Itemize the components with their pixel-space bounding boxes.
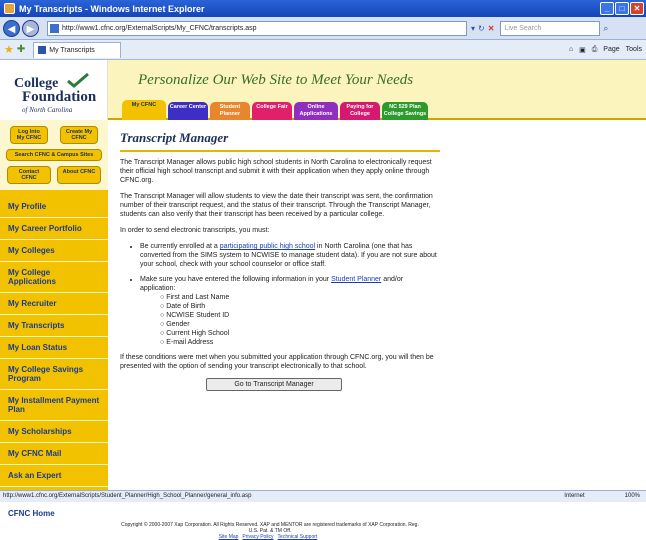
refresh-icon[interactable]: ↻: [478, 24, 485, 33]
sidebar-item[interactable]: Ask an Expert: [0, 465, 108, 487]
cfnc-logo[interactable]: College Foundation of North Carolina: [0, 60, 108, 120]
sidebar-item[interactable]: My College Savings Program: [0, 359, 108, 390]
nav-tab[interactable]: Paying for College: [340, 102, 380, 120]
header-banner: Personalize Our Web Site to Meet Your Ne…: [108, 60, 646, 120]
sidebar-item[interactable]: My Colleges: [0, 240, 108, 262]
copyright-footer: Copyright © 2000-2007 Xap Corporation. A…: [120, 522, 420, 540]
url-input[interactable]: http://www1.cfnc.org/ExternalScripts/My_…: [47, 20, 467, 36]
nav-tab[interactable]: Career Center: [168, 102, 208, 120]
nav-tab[interactable]: College Fair: [252, 102, 292, 120]
about-button[interactable]: About CFNC: [57, 166, 101, 184]
list-item: Current High School: [160, 329, 460, 338]
list-item: Make sure you have entered the following…: [140, 275, 440, 347]
footer-link[interactable]: Site Map: [219, 534, 239, 540]
page-favicon-icon: [50, 23, 59, 33]
ie-icon: [4, 3, 15, 14]
page-menu[interactable]: Page: [603, 46, 619, 53]
slogan: Personalize Our Web Site to Meet Your Ne…: [138, 72, 414, 88]
requirements-intro: In order to send electronic transcripts,…: [120, 227, 270, 234]
nav-tab[interactable]: NC 529 Plan College Savings: [382, 102, 428, 120]
participating-schools-link[interactable]: participating public high school: [220, 243, 315, 250]
sidebar-item[interactable]: My Transcripts: [0, 315, 108, 337]
logo-checkmark-icon: [67, 72, 89, 88]
tab-my-transcripts[interactable]: My Transcripts: [33, 41, 122, 58]
search-icon[interactable]: ⌕: [603, 23, 608, 34]
maximize-icon[interactable]: □: [615, 2, 629, 15]
footer-link[interactable]: Technical Support: [278, 534, 318, 540]
close-icon[interactable]: ✕: [630, 2, 644, 15]
sidebar-menu: My Profile My Career Portfolio My Colleges…: [0, 196, 108, 487]
list-item: E-mail Address: [160, 338, 460, 347]
sidebar-item[interactable]: My Scholarships: [0, 421, 108, 443]
print-icon[interactable]: ⎙: [592, 46, 598, 54]
sidebar-item[interactable]: My Career Portfolio: [0, 218, 108, 240]
window-controls: _ □ ✕: [600, 2, 644, 15]
sidebar-item[interactable]: My CFNC Mail: [0, 443, 108, 465]
address-bar: ◀ ▶ http://www1.cfnc.org/ExternalScripts…: [0, 17, 646, 40]
student-planner-link[interactable]: Student Planner: [331, 276, 381, 283]
sidebar-quicklinks: Log Into My CFNC Create My CFNC Search C…: [0, 120, 108, 190]
create-account-button[interactable]: Create My CFNC: [60, 126, 98, 144]
main-content: Transcript Manager The Transcript Manage…: [108, 120, 646, 540]
title-divider: [120, 150, 440, 152]
search-input[interactable]: Live Search: [500, 20, 601, 36]
list-item: First and Last Name: [160, 293, 460, 302]
nav-tab[interactable]: Online Applications: [294, 102, 338, 120]
tab-page-icon: [38, 46, 47, 54]
list-item: Be currently enrolled at a participating…: [140, 242, 440, 269]
requirements-list: Be currently enrolled at a participating…: [140, 242, 440, 347]
list-item: NCWISE Student ID: [160, 311, 460, 320]
sidebar: Log Into My CFNC Create My CFNC Search C…: [0, 120, 108, 518]
page-title: Transcript Manager: [120, 130, 229, 145]
home-icon[interactable]: ⌂: [569, 46, 573, 53]
sidebar-item-cfnc-home[interactable]: CFNC Home: [0, 503, 108, 524]
stop-icon[interactable]: ✕: [488, 24, 495, 33]
nav-tab[interactable]: Student Planner: [210, 102, 250, 120]
sidebar-item[interactable]: My Installment Payment Plan: [0, 390, 108, 421]
list-item: Date of Birth: [160, 302, 460, 311]
intro-paragraph: The Transcript Manager allows public hig…: [120, 159, 432, 184]
contact-button[interactable]: Contact CFNC: [7, 166, 51, 184]
main-nav-tabs: My CFNC Career Center Student Planner Colle…: [122, 100, 428, 120]
tools-menu[interactable]: Tools: [626, 46, 642, 53]
favorites-star-icon[interactable]: ★: [4, 43, 14, 56]
minimize-icon[interactable]: _: [600, 2, 614, 15]
nav-tab[interactable]: My CFNC: [122, 100, 166, 120]
forward-icon[interactable]: ▶: [22, 19, 39, 37]
conditions-paragraph: If these conditions were met when you su…: [120, 354, 434, 370]
web-page: College Foundation of North Carolina Per…: [0, 60, 646, 540]
sidebar-item[interactable]: My Profile: [0, 196, 108, 218]
security-zone: Internet: [564, 493, 585, 499]
status-bar: http://www1.cfnc.org/ExternalScripts/Stu…: [0, 490, 646, 502]
dropdown-icon[interactable]: ▾: [471, 24, 475, 33]
zoom-level[interactable]: 100%: [625, 491, 640, 502]
login-button[interactable]: Log Into My CFNC: [10, 126, 48, 144]
window-title-bar: My Transcripts - Windows Internet Explor…: [0, 0, 646, 17]
sidebar-item[interactable]: My College Applications: [0, 262, 108, 293]
sidebar-item[interactable]: My Loan Status: [0, 337, 108, 359]
sidebar-item[interactable]: My Recruiter: [0, 293, 108, 315]
add-favorite-icon[interactable]: ✚: [17, 44, 25, 55]
feeds-icon[interactable]: ▣: [579, 46, 586, 54]
required-fields-list: First and Last NameDate of BirthNCWISE S…: [160, 293, 460, 347]
back-icon[interactable]: ◀: [3, 19, 20, 37]
search-sites-button[interactable]: Search CFNC & Campus Sites: [6, 149, 102, 161]
window-title: My Transcripts - Windows Internet Explor…: [19, 3, 205, 14]
status-text: http://www1.cfnc.org/ExternalScripts/Stu…: [3, 493, 252, 499]
go-to-transcript-manager-button[interactable]: Go to Transcript Manager: [206, 378, 342, 391]
details-paragraph: The Transcript Manager will allow studen…: [120, 193, 433, 218]
footer-link[interactable]: Privacy Policy: [242, 534, 273, 540]
footer-links: Site Map Privacy Policy Technical Support: [120, 534, 420, 540]
list-item: Gender: [160, 320, 460, 329]
tab-bar: ★ ✚ My Transcripts ⌂ ▣ ⎙ Page Tools: [0, 40, 646, 60]
